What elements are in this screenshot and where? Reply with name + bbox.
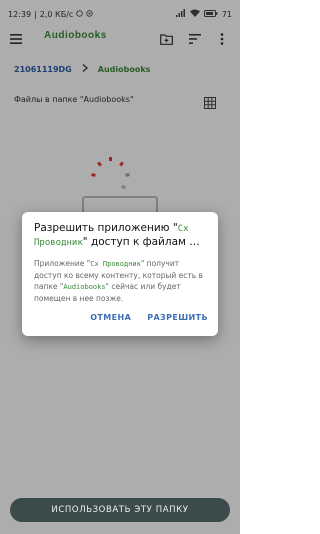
permission-dialog: Разрешить приложению " Cx Проводник " дост…	[22, 212, 218, 336]
allow-button[interactable]: РАЗРЕШИТЬ	[147, 313, 208, 322]
dialog-message: Приложение "Cx Проводник" получит доступ…	[34, 258, 206, 304]
dialog-title-suffix: " доступ к файлам …	[82, 236, 200, 248]
use-this-folder-button[interactable]: ИСПОЛЬЗОВАТЬ ЭТУ ПАПКУ	[10, 498, 230, 522]
dialog-title: Разрешить приложению "Cx Проводник" дост…	[34, 222, 206, 250]
dialog-body-prefix: Приложение "	[34, 259, 91, 268]
cancel-button[interactable]: ОТМЕНА	[90, 313, 131, 322]
dialog-body-app: Cx Проводник	[90, 260, 141, 268]
dialog-actions: ОТМЕНА РАЗРЕШИТЬ	[90, 313, 208, 322]
dialog-body-folder: Audiobooks	[63, 283, 106, 291]
dialog-title-prefix: Разрешить приложению "	[34, 222, 178, 234]
